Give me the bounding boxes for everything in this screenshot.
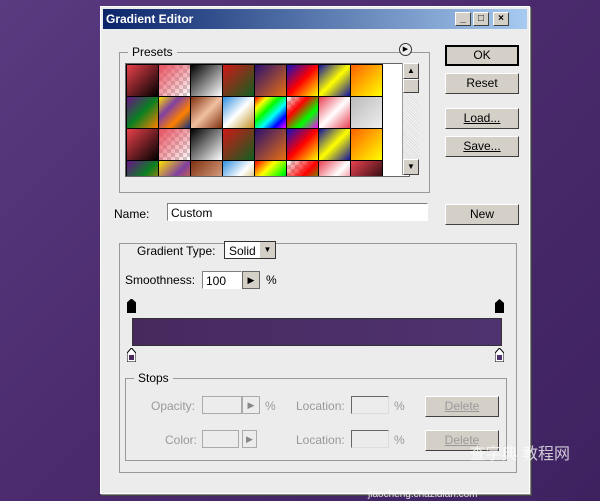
presets-label: Presets	[132, 45, 173, 59]
new-button[interactable]: New	[445, 204, 519, 225]
reset-button[interactable]: Reset	[445, 73, 519, 94]
watermark-url: jiaocheng.chazidian.com	[368, 489, 478, 500]
preset-swatch[interactable]	[158, 64, 191, 97]
gradient-editor-dialog: Gradient Editor _ □ × Presets ▶ ▲ ▼ OK R…	[100, 6, 530, 494]
preset-swatch[interactable]	[286, 64, 319, 97]
gradient-type-label: Gradient Type:	[131, 244, 222, 258]
scroll-down-arrow-icon[interactable]: ▼	[403, 159, 419, 175]
preset-swatch[interactable]	[318, 160, 351, 176]
opacity-input[interactable]	[202, 396, 242, 414]
preset-swatch[interactable]	[190, 128, 223, 161]
opacity-location-input[interactable]	[351, 396, 389, 414]
preset-swatch[interactable]	[190, 64, 223, 97]
preset-swatch[interactable]	[350, 160, 383, 176]
opacity-location-label: Location:	[296, 399, 345, 413]
gradient-type-value: Solid	[229, 244, 256, 258]
preset-swatch[interactable]	[286, 160, 319, 176]
delete-opacity-stop-button[interactable]: Delete	[425, 396, 499, 417]
preset-swatch[interactable]	[126, 128, 159, 161]
preset-swatch[interactable]	[254, 64, 287, 97]
preset-swatch[interactable]	[318, 128, 351, 161]
preset-swatch[interactable]	[222, 64, 255, 97]
opacity-percent: %	[265, 399, 276, 413]
preset-swatch[interactable]	[350, 64, 383, 97]
preset-swatch[interactable]	[222, 160, 255, 176]
opacity-stop-left[interactable]	[126, 298, 137, 314]
window-title: Gradient Editor	[106, 12, 194, 26]
watermark: 查字典 教程网	[469, 446, 570, 463]
minimize-button[interactable]: _	[455, 12, 471, 26]
preset-swatch[interactable]	[254, 128, 287, 161]
presets-menu-icon[interactable]: ▶	[399, 43, 412, 56]
preset-swatch[interactable]	[126, 64, 159, 97]
gradient-type-select[interactable]: Solid ▼	[224, 241, 276, 259]
preset-swatch[interactable]	[222, 128, 255, 161]
color-stop-left[interactable]	[126, 347, 137, 363]
preset-swatch[interactable]	[126, 96, 159, 129]
opacity-slider-arrow-icon[interactable]: ▶	[242, 396, 260, 414]
opacity-stop-right[interactable]	[495, 299, 504, 313]
scroll-up-arrow-icon[interactable]: ▲	[403, 63, 419, 79]
presets-grid[interactable]	[125, 63, 410, 177]
preset-swatch[interactable]	[286, 96, 319, 129]
color-stop-right[interactable]	[494, 347, 505, 363]
preset-swatch[interactable]	[318, 96, 351, 129]
preset-swatch[interactable]	[158, 96, 191, 129]
name-label: Name:	[114, 207, 150, 221]
gradient-preview-bar[interactable]	[132, 318, 502, 346]
stops-label: Stops	[138, 371, 169, 385]
opacity-label: Opacity:	[151, 399, 196, 413]
smoothness-slider-arrow-icon[interactable]: ▶	[242, 271, 260, 289]
smoothness-percent: %	[266, 273, 277, 287]
save-button[interactable]: Save...	[445, 136, 519, 157]
color-location-input[interactable]	[351, 430, 389, 448]
smoothness-input[interactable]: 100	[202, 271, 242, 289]
maximize-button[interactable]: □	[473, 12, 489, 26]
preset-swatch[interactable]	[350, 96, 383, 129]
preset-swatch[interactable]	[158, 160, 191, 176]
ok-button[interactable]: OK	[445, 45, 519, 66]
preset-swatch[interactable]	[158, 128, 191, 161]
scroll-thumb[interactable]	[403, 79, 419, 93]
color-menu-arrow-icon[interactable]: ▶	[242, 430, 257, 448]
smoothness-label: Smoothness:	[125, 273, 196, 287]
preset-swatch[interactable]	[318, 64, 351, 97]
color-label: Color:	[165, 433, 198, 447]
opacity-location-percent: %	[394, 399, 405, 413]
presets-scrollbar[interactable]: ▲ ▼	[402, 63, 419, 175]
load-button[interactable]: Load...	[445, 108, 519, 129]
title-bar[interactable]: Gradient Editor _ □ ×	[103, 9, 527, 29]
preset-swatch[interactable]	[126, 160, 159, 176]
color-swatch-input[interactable]	[202, 430, 239, 448]
color-location-percent: %	[394, 433, 405, 447]
chevron-down-icon: ▼	[260, 242, 275, 258]
preset-swatch[interactable]	[190, 96, 223, 129]
name-input[interactable]: Custom	[167, 203, 428, 221]
close-button[interactable]: ×	[493, 12, 509, 26]
preset-swatch[interactable]	[254, 96, 287, 129]
preset-swatch[interactable]	[350, 128, 383, 161]
color-location-label: Location:	[296, 433, 345, 447]
preset-swatch[interactable]	[254, 160, 287, 176]
preset-swatch[interactable]	[190, 160, 223, 176]
preset-swatch[interactable]	[286, 128, 319, 161]
preset-swatch[interactable]	[222, 96, 255, 129]
